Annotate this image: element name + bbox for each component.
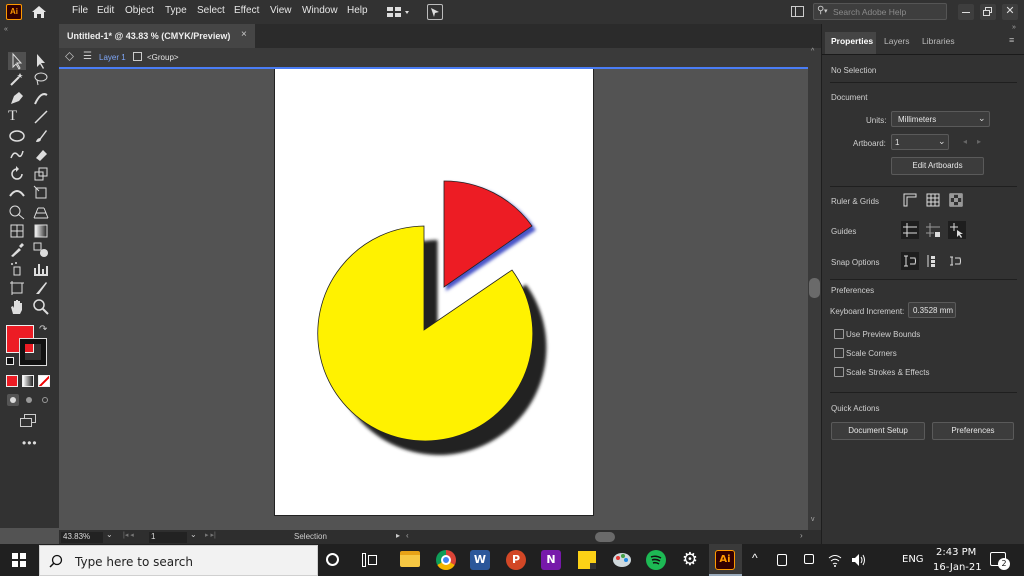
use-preview-bounds-label: Use Preview Bounds <box>846 330 921 339</box>
clock-date[interactable]: 16-Jan-21 <box>933 562 982 573</box>
scale-corners-label: Scale Corners <box>846 349 897 358</box>
next-artboard-icon[interactable]: ▸ <box>977 137 981 146</box>
zoom-field[interactable]: 43.83% <box>61 532 103 543</box>
paint-icon[interactable] <box>612 551 632 569</box>
search-icon <box>49 554 63 568</box>
lock-guides-icon[interactable] <box>925 222 941 238</box>
snap-options-label: Snap Options <box>831 258 880 267</box>
use-preview-bounds-checkbox[interactable] <box>834 329 844 339</box>
document-setup-button[interactable]: Document Setup <box>831 422 925 440</box>
file-explorer-icon[interactable] <box>400 551 420 567</box>
show-hidden-icons[interactable]: ^ <box>752 551 758 565</box>
status-menu-icon[interactable]: ▸ <box>396 531 400 540</box>
input-language[interactable]: ENG <box>902 554 924 565</box>
chevron-down-icon: ⌄ <box>978 113 986 123</box>
artboard-label: Artboard: <box>853 139 886 148</box>
wifi-icon[interactable] <box>828 553 842 567</box>
tab-libraries[interactable]: Libraries <box>922 36 955 46</box>
zoom-dropdown-icon[interactable]: ⌄ <box>106 530 113 539</box>
scale-corners-checkbox[interactable] <box>834 348 844 358</box>
guides-label: Guides <box>831 227 857 236</box>
word-icon[interactable]: W <box>470 550 490 570</box>
illustrator-icon[interactable]: Ai <box>715 550 735 570</box>
quick-actions-heading: Quick Actions <box>831 404 880 413</box>
status-bar: 43.83% ⌄ |◂ ◂ 1 ⌄ ▸ ▸| Selection ▸ ‹ › <box>59 530 821 544</box>
next-artboard-icon[interactable]: ▸ ▸| <box>205 531 216 539</box>
chevron-down-icon: ⌄ <box>938 136 946 146</box>
horizontal-scrollbar[interactable]: ‹ › <box>404 531 808 543</box>
chrome-icon[interactable] <box>436 550 456 570</box>
previous-artboard-icon[interactable]: ◂ <box>963 137 967 146</box>
properties-panel: » Properties Layers Libraries ≡ No Selec… <box>821 24 1024 544</box>
artboard-dropdown-icon[interactable]: ⌄ <box>190 530 197 539</box>
units-dropdown[interactable]: Millimeters ⌄ <box>891 111 990 127</box>
first-artboard-icon[interactable]: |◂ ◂ <box>123 531 134 539</box>
red-pie-slice[interactable] <box>443 180 533 288</box>
rulers-icon[interactable] <box>902 192 918 208</box>
preferences-button[interactable]: Preferences <box>932 422 1014 440</box>
vertical-scroll-thumb[interactable] <box>809 278 820 298</box>
snap-to-point-icon[interactable] <box>901 252 919 270</box>
artboard-number-field[interactable]: 1 <box>149 532 187 543</box>
show-guides-icon[interactable] <box>901 221 919 239</box>
scale-strokes-effects-checkbox[interactable] <box>834 367 844 377</box>
spotify-icon[interactable] <box>646 550 666 570</box>
taskbar: Type here to search W P N ⚙ Ai ^ ENG 2:4… <box>0 544 1024 576</box>
artboard-select[interactable]: 1 ⌄ <box>891 134 949 150</box>
snap-to-glyph-icon[interactable] <box>948 253 964 269</box>
current-tool-label: Selection <box>294 532 327 541</box>
keyboard-increment-field[interactable]: 0.3528 mm <box>908 302 956 318</box>
units-label: Units: <box>866 116 887 125</box>
edit-artboards-button[interactable]: Edit Artboards <box>891 157 984 175</box>
preferences-heading: Preferences <box>831 286 875 295</box>
vertical-scrollbar[interactable]: ^ v <box>808 48 821 530</box>
grid-icon[interactable] <box>925 192 941 208</box>
keyboard-increment-label: Keyboard Increment: <box>830 307 905 316</box>
cortana-icon[interactable] <box>326 553 339 566</box>
selection-state: No Selection <box>831 66 877 75</box>
scale-strokes-effects-label: Scale Strokes & Effects <box>846 368 930 377</box>
clock-time[interactable]: 2:43 PM <box>936 547 976 558</box>
notification-count-badge: 2 <box>998 558 1010 570</box>
smart-guides-icon[interactable] <box>948 221 966 239</box>
panel-menu-icon[interactable]: ≡ <box>1009 35 1014 45</box>
tab-properties-label[interactable]: Properties <box>831 36 873 46</box>
tab-layers[interactable]: Layers <box>884 36 910 46</box>
snap-to-pixel-icon[interactable] <box>925 253 941 269</box>
sticky-notes-icon[interactable] <box>578 551 596 569</box>
settings-gear-icon[interactable]: ⚙ <box>680 550 700 570</box>
task-view-icon[interactable] <box>362 553 378 567</box>
taskbar-search-box[interactable]: Type here to search <box>39 545 318 576</box>
battery-saver-icon[interactable] <box>777 554 787 566</box>
onenote-icon[interactable]: N <box>541 550 561 570</box>
meet-now-icon[interactable] <box>804 554 814 564</box>
document-heading: Document <box>831 93 868 102</box>
powerpoint-icon[interactable]: P <box>506 550 526 570</box>
ruler-grids-label: Ruler & Grids <box>831 197 880 206</box>
volume-icon[interactable] <box>851 553 867 567</box>
transparency-grid-icon[interactable] <box>948 192 964 208</box>
horizontal-scroll-thumb[interactable] <box>595 532 615 542</box>
windows-start-icon[interactable] <box>12 553 26 567</box>
